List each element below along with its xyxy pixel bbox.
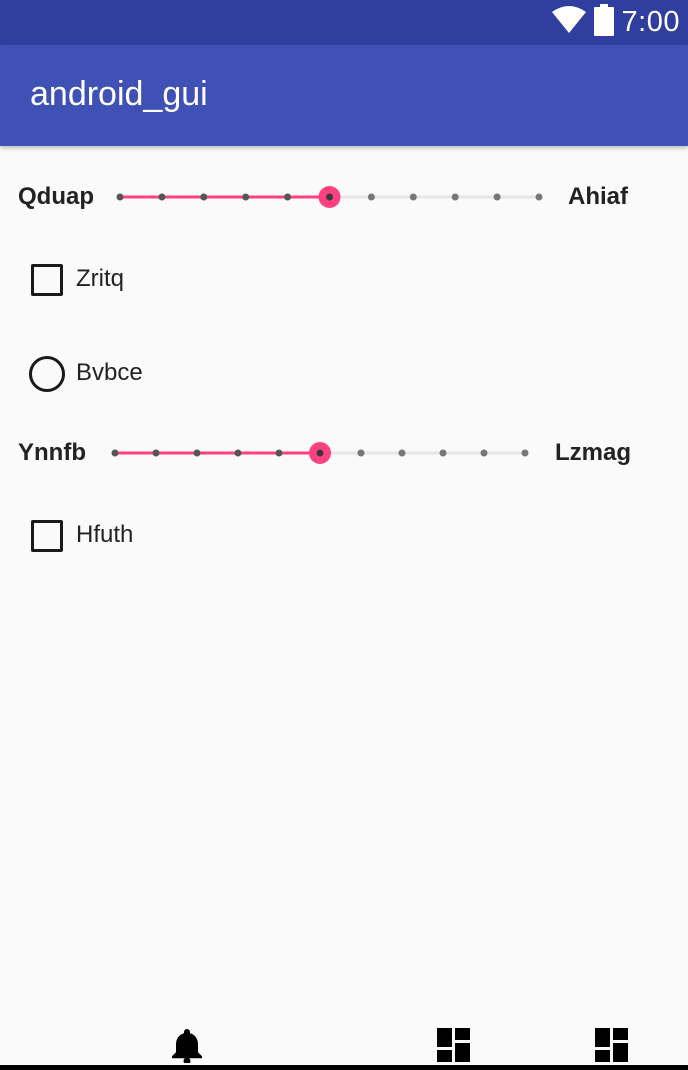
slider-2-max-label: Lzmag (555, 439, 632, 466)
dashboard-icon[interactable] (436, 1027, 472, 1063)
slider-2[interactable] (100, 423, 550, 483)
checkbox-row-2[interactable]: Hfuth (0, 506, 688, 566)
dashboard-icon[interactable] (594, 1027, 630, 1063)
slider-tick (535, 193, 543, 201)
app-bar: android_gui (0, 45, 688, 146)
status-time: 7:00 (621, 6, 680, 38)
slider-tick (111, 449, 119, 457)
slider-1-min-label: Qduap (18, 183, 94, 210)
slider-tick (152, 449, 160, 457)
checkbox-2-label: Hfuth (76, 521, 134, 548)
slider-2-min-label: Ynnfb (18, 439, 86, 466)
bell-icon[interactable] (169, 1027, 205, 1065)
slider-tick (275, 449, 283, 457)
status-icons: 7:00 (551, 0, 680, 45)
checkbox-1[interactable] (31, 264, 63, 296)
slider-tick (409, 193, 417, 201)
slider-tick (158, 193, 166, 201)
slider-1-max-label: Ahiaf (568, 183, 628, 210)
slider-tick (451, 193, 459, 201)
battery-icon (593, 4, 614, 41)
slider-tick (200, 193, 208, 201)
slider-tick (326, 193, 333, 201)
wifi-icon (551, 6, 586, 39)
slider-1[interactable] (100, 167, 560, 227)
bottom-edge (0, 1065, 688, 1070)
slider-tick (439, 449, 447, 457)
status-bar: 7:00 (0, 0, 688, 45)
radio-1-label: Bvbce (76, 359, 143, 386)
slider-tick (234, 449, 242, 457)
slider-tick (316, 449, 324, 457)
slider-tick (284, 193, 292, 201)
slider-tick (480, 449, 488, 457)
radio-row-1[interactable]: Bvbce (0, 344, 688, 404)
slider-tick (493, 193, 501, 201)
slider-tick (521, 449, 529, 457)
slider-tick (242, 193, 250, 201)
slider-row-1: Qduap Ahiaf (0, 167, 688, 227)
slider-row-2: Ynnfb Lzmag (0, 423, 688, 483)
slider-tick (367, 193, 375, 201)
checkbox-row-1[interactable]: Zritq (0, 250, 688, 310)
slider-tick (193, 449, 201, 457)
slider-tick (116, 193, 124, 201)
slider-tick (357, 449, 365, 457)
checkbox-1-label: Zritq (76, 265, 124, 292)
screen: 7:00 android_gui Qduap Ahiaf Zritq Bvbce… (0, 0, 688, 1070)
bottom-navigation (0, 1014, 688, 1070)
slider-tick (398, 449, 406, 457)
radio-button-1[interactable] (29, 356, 65, 392)
app-title: android_gui (30, 75, 208, 113)
checkbox-2[interactable] (31, 520, 63, 552)
